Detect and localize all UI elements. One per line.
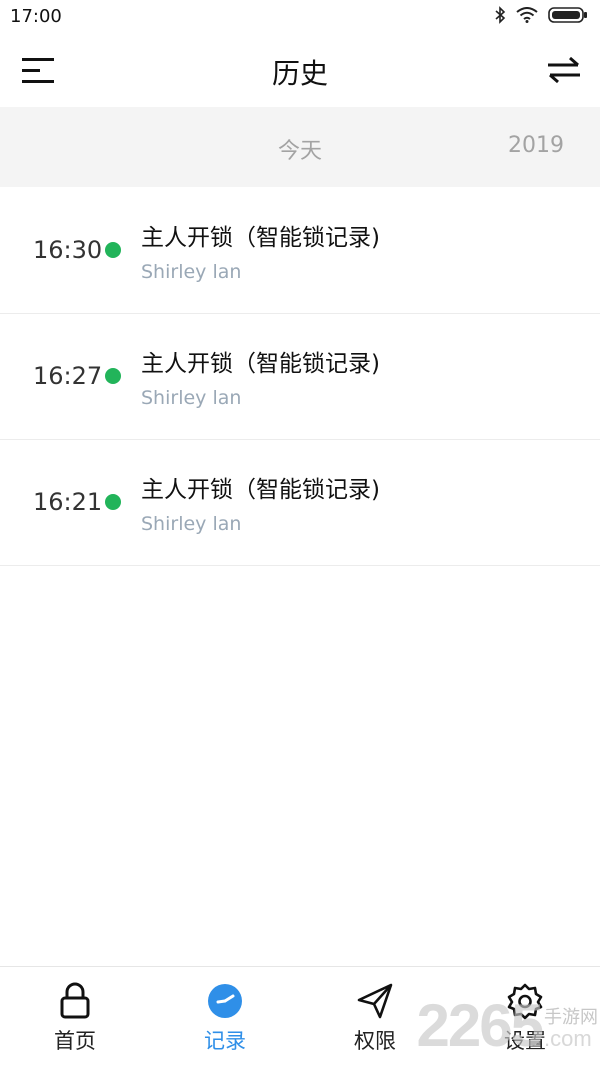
record-time: 16:27	[33, 362, 103, 390]
record-time: 16:21	[33, 488, 103, 516]
app-header: 历史	[0, 34, 600, 106]
record-time: 16:30	[33, 236, 103, 264]
lock-icon	[55, 981, 95, 1021]
records-list: 16:30 主人开锁（智能锁记录) Shirley lan 16:27 主人开锁…	[0, 188, 600, 566]
send-icon	[355, 981, 395, 1021]
record-title: 主人开锁（智能锁记录)	[141, 225, 380, 251]
watermark-number: 2265	[416, 992, 544, 1059]
page-title: 历史	[271, 57, 328, 90]
record-item[interactable]: 16:27 主人开锁（智能锁记录) Shirley lan	[0, 314, 600, 440]
swap-arrows-icon	[548, 56, 580, 84]
status-bar: 17:00	[0, 0, 600, 34]
status-dot	[105, 242, 121, 258]
swap-button[interactable]	[544, 50, 584, 90]
watermark: 2265 手游网 .com	[417, 996, 598, 1056]
wifi-icon	[516, 7, 538, 27]
date-year-tab[interactable]: 2019	[508, 133, 564, 158]
battery-icon	[548, 7, 588, 27]
record-title: 主人开锁（智能锁记录)	[141, 351, 380, 377]
date-filter-bar: 今天 2019	[0, 107, 600, 187]
nav-records[interactable]: 记录	[150, 967, 300, 1067]
clock-icon	[205, 981, 245, 1021]
watermark-cn: 手游网	[544, 1007, 598, 1028]
status-dot	[105, 368, 121, 384]
status-icons	[494, 6, 588, 28]
status-time: 17:00	[10, 6, 62, 27]
record-title: 主人开锁（智能锁记录)	[141, 477, 380, 503]
nav-home-label: 首页	[54, 1029, 96, 1053]
watermark-suffix: 手游网 .com	[544, 1008, 598, 1050]
record-item[interactable]: 16:21 主人开锁（智能锁记录) Shirley lan	[0, 440, 600, 566]
record-user: Shirley lan	[141, 513, 242, 535]
nav-home[interactable]: 首页	[0, 967, 150, 1067]
bluetooth-icon	[494, 6, 506, 28]
record-item[interactable]: 16:30 主人开锁（智能锁记录) Shirley lan	[0, 188, 600, 314]
nav-records-label: 记录	[204, 1029, 246, 1053]
record-user: Shirley lan	[141, 387, 242, 409]
status-dot	[105, 494, 121, 510]
record-user: Shirley lan	[141, 261, 242, 283]
watermark-com: .com	[544, 1026, 592, 1051]
